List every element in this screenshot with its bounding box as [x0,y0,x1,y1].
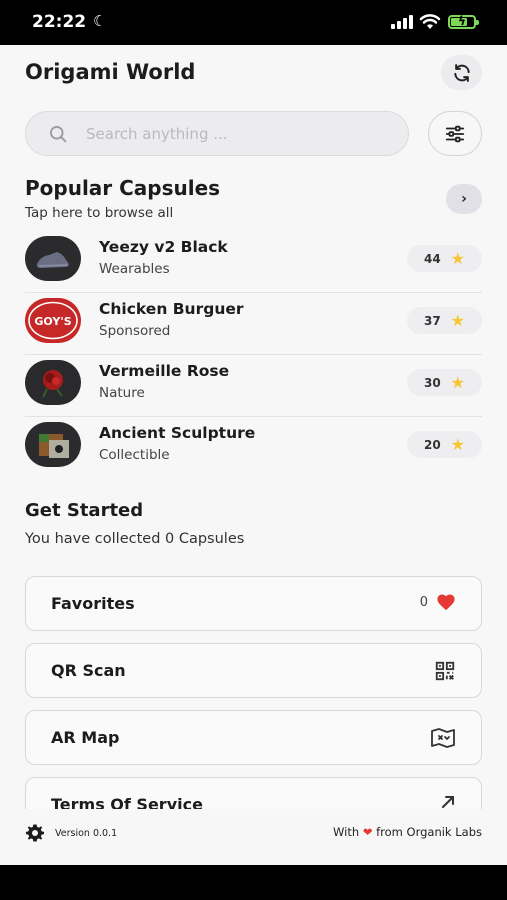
qr-scan-button[interactable]: QR Scan [25,643,482,698]
rating-badge: 30 ★ [407,369,482,396]
capsule-name: Ancient Sculpture [99,424,256,442]
signal-icon [391,15,413,29]
qr-scan-label: QR Scan [51,661,126,680]
get-started-title: Get Started [25,500,144,521]
app-screen: Origami World Popular Capsules Tap here … [0,45,507,865]
map-icon [431,728,455,748]
rating-value: 37 [423,313,441,328]
capsule-category: Nature [99,385,145,401]
browse-all-link[interactable]: Tap here to browse all [25,205,173,221]
capsule-category: Sponsored [99,323,171,339]
capsule-name: Vermeille Rose [99,362,230,380]
refresh-button[interactable] [441,55,482,90]
heart-icon [437,594,455,611]
goys-logo-thumbnail: GOY'S [25,298,81,343]
favorites-button[interactable]: Favorites 0 [25,576,482,631]
refresh-icon [453,63,470,82]
filter-button[interactable] [428,111,482,156]
status-bar: 22:22 ☾ ϟ [0,0,507,45]
ar-map-button[interactable]: AR Map [25,710,482,765]
search-input[interactable] [86,112,396,155]
rating-badge: 37 ★ [407,307,482,334]
rating-value: 20 [423,437,441,452]
capsule-row[interactable]: GOY'S Chicken Burguer Sponsored 37 ★ [25,293,482,355]
external-arrow-icon [442,796,454,808]
credit-suffix: from Organik Labs [376,825,482,839]
star-icon: ★ [450,249,466,268]
ar-map-label: AR Map [51,728,120,747]
capsule-name: Chicken Burguer [99,300,244,318]
rating-value: 44 [423,251,441,266]
footer-version: Version 0.0.1 [25,823,117,843]
settings-gear-icon[interactable] [25,823,45,843]
collected-count-text: You have collected 0 Capsules [25,531,245,547]
moon-icon: ☾ [93,12,107,30]
sneaker-thumbnail [25,236,81,281]
rating-badge: 44 ★ [407,245,482,272]
rating-value: 30 [423,375,441,390]
version-text: Version 0.0.1 [55,827,118,839]
capsule-category: Wearables [99,261,170,277]
heart-icon: ❤ [362,825,373,839]
wifi-icon [419,14,441,29]
star-icon: ★ [450,311,466,330]
home-indicator-area [0,865,507,900]
capsule-category: Collectible [99,447,170,463]
popular-capsules-list: Yeezy v2 Black Wearables 44 ★ GOY'S Chic… [25,231,482,479]
capsule-name: Yeezy v2 Black [99,238,228,256]
qr-code-icon [435,661,455,681]
capsule-row[interactable]: Yeezy v2 Black Wearables 44 ★ [25,231,482,293]
chevron-right-icon: › [461,191,467,207]
favorites-count: 0 [419,594,428,610]
battery-icon: ϟ [448,14,479,29]
capsule-row[interactable]: Ancient Sculpture Collectible 20 ★ [25,417,482,479]
rating-badge: 20 ★ [407,431,482,458]
favorites-label: Favorites [51,594,135,613]
app-title: Origami World [25,60,196,84]
search-bar[interactable] [25,111,409,156]
search-icon [50,126,67,143]
credit-text: With ❤ from Organik Labs [333,825,482,839]
star-icon: ★ [450,435,466,454]
rose-thumbnail [25,360,81,405]
sliders-icon [445,125,465,142]
browse-all-button[interactable]: › [446,184,482,214]
capsule-row[interactable]: Vermeille Rose Nature 30 ★ [25,355,482,417]
goys-logo-text: GOY'S [34,315,71,328]
status-time: 22:22 [32,12,87,32]
star-icon: ★ [450,373,466,392]
popular-capsules-title[interactable]: Popular Capsules [25,176,220,200]
credit-prefix: With [333,825,360,839]
sculpture-thumbnail [25,422,81,467]
